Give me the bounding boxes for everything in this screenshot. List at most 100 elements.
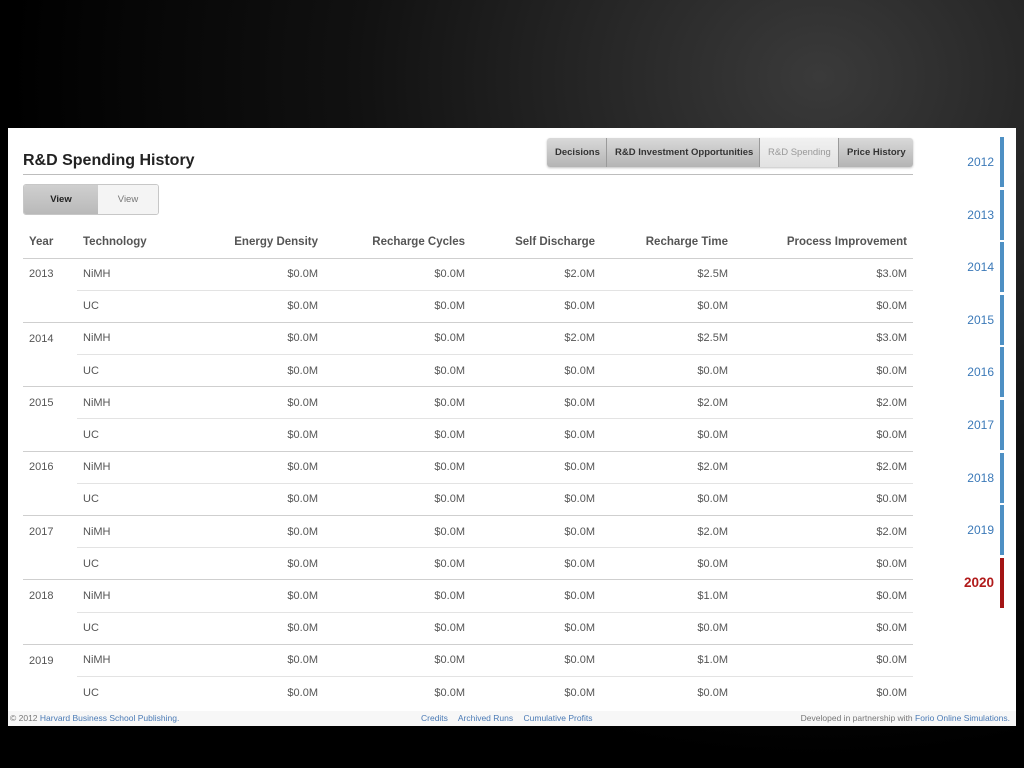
- cell-energy-density: $0.0M: [177, 675, 324, 709]
- cell-year: [23, 419, 77, 451]
- year-nav-label: 2017: [967, 417, 994, 432]
- cell-technology: NiMH: [77, 643, 177, 677]
- view-toggle: View Graphs View Data: [23, 184, 159, 215]
- table-row: UC $0.0M $0.0M $0.0M $0.0M $0.0M: [23, 418, 913, 452]
- cell-energy-density: $0.0M: [177, 579, 324, 613]
- cell-recharge-time: $1.0M: [601, 579, 734, 613]
- cell-process-improvement: $0.0M: [734, 289, 913, 323]
- view-graphs-button[interactable]: View Graphs: [24, 185, 98, 214]
- year-nav-label: 2019: [967, 523, 994, 538]
- cell-recharge-cycles: $0.0M: [324, 354, 471, 387]
- cell-recharge-cycles: $0.0M: [324, 418, 471, 452]
- cell-recharge-time: $2.5M: [601, 321, 734, 355]
- cell-process-improvement: $0.0M: [734, 418, 913, 452]
- year-nav-label: 2014: [967, 260, 994, 275]
- tab-decisions[interactable]: Decisions: [547, 138, 607, 167]
- publisher-link[interactable]: Harvard Business School Publishing.: [40, 713, 179, 723]
- cell-recharge-cycles: $0.0M: [324, 321, 471, 355]
- cell-process-improvement: $0.0M: [734, 675, 913, 709]
- year-nav-item-2016[interactable]: 2016: [952, 346, 1004, 399]
- cell-recharge-time: $2.0M: [601, 386, 734, 419]
- table-header-row: Year Technology Energy Density Recharge …: [23, 226, 913, 259]
- table-row: UC $0.0M $0.0M $0.0M $0.0M $0.0M: [23, 354, 913, 387]
- cell-year: 2015: [23, 386, 77, 419]
- table-row: 2014 NiMH $0.0M $0.0M $2.0M $2.5M $3.0M: [23, 321, 913, 355]
- cell-process-improvement: $2.0M: [734, 386, 913, 419]
- cell-technology: UC: [77, 482, 177, 516]
- tab-rd-investment-opportunities[interactable]: R&D Investment Opportunities: [607, 138, 760, 167]
- cell-self-discharge: $0.0M: [471, 675, 601, 709]
- year-nav-bar: [1000, 242, 1004, 293]
- cell-energy-density: $0.0M: [177, 354, 324, 387]
- footer-links: Credits Archived Runs Cumulative Profits: [421, 711, 600, 726]
- cell-recharge-time: $0.0M: [601, 547, 734, 580]
- tab-price-history[interactable]: Price History: [839, 138, 913, 167]
- cell-process-improvement: $0.0M: [734, 354, 913, 387]
- cell-process-improvement: $0.0M: [734, 643, 913, 677]
- cell-self-discharge: $0.0M: [471, 482, 601, 516]
- cell-technology: NiMH: [77, 257, 177, 291]
- cell-year: 2019: [23, 643, 77, 677]
- cell-year: 2016: [23, 450, 77, 484]
- year-nav-bar: [1000, 505, 1004, 556]
- footer: © 2012 Harvard Business School Publishin…: [8, 711, 1016, 726]
- year-nav-bar: [1000, 399, 1004, 450]
- view-data-button[interactable]: View Data: [98, 185, 158, 214]
- cell-self-discharge: $0.0M: [471, 289, 601, 323]
- partner-text: Developed in partnership with: [800, 713, 913, 723]
- cell-technology: NiMH: [77, 321, 177, 355]
- column-header-process-improvement: Process Improvement: [734, 226, 913, 259]
- year-nav-item-2017[interactable]: 2017: [952, 399, 1004, 452]
- tab-rd-spending[interactable]: R&D Spending: [760, 138, 839, 167]
- year-nav-item-2019[interactable]: 2019: [952, 504, 1004, 557]
- cell-process-improvement: $0.0M: [734, 611, 913, 645]
- cell-process-improvement: $3.0M: [734, 257, 913, 291]
- year-nav-item-2014[interactable]: 2014: [952, 241, 1004, 294]
- credits-link[interactable]: Credits: [421, 713, 448, 723]
- cell-recharge-cycles: $0.0M: [324, 257, 471, 291]
- year-nav-label: 2018: [967, 470, 994, 485]
- cell-technology: NiMH: [77, 579, 177, 613]
- archived-runs-link[interactable]: Archived Runs: [458, 713, 513, 723]
- cell-year: [23, 548, 77, 580]
- cell-year: [23, 290, 77, 322]
- cell-recharge-cycles: $0.0M: [324, 579, 471, 613]
- table-row: UC $0.0M $0.0M $0.0M $0.0M $0.0M: [23, 675, 913, 709]
- cell-recharge-time: $0.0M: [601, 418, 734, 452]
- cell-energy-density: $0.0M: [177, 450, 324, 484]
- forio-link[interactable]: Forio Online Simulations.: [915, 713, 1010, 723]
- cell-self-discharge: $2.0M: [471, 257, 601, 291]
- cell-process-improvement: $0.0M: [734, 547, 913, 580]
- cell-technology: UC: [77, 289, 177, 323]
- cell-recharge-time: $1.0M: [601, 643, 734, 677]
- table-row: 2016 NiMH $0.0M $0.0M $0.0M $2.0M $2.0M: [23, 450, 913, 484]
- cell-self-discharge: $0.0M: [471, 386, 601, 419]
- cell-process-improvement: $2.0M: [734, 514, 913, 548]
- cell-recharge-time: $0.0M: [601, 482, 734, 516]
- cell-recharge-time: $0.0M: [601, 354, 734, 387]
- year-nav-item-2012[interactable]: 2012: [952, 136, 1004, 189]
- year-nav-item-2018[interactable]: 2018: [952, 452, 1004, 505]
- cell-self-discharge: $0.0M: [471, 643, 601, 677]
- cell-self-discharge: $0.0M: [471, 514, 601, 548]
- cell-self-discharge: $0.0M: [471, 611, 601, 645]
- column-header-technology: Technology: [77, 226, 177, 259]
- cell-technology: NiMH: [77, 514, 177, 548]
- column-header-energy-density: Energy Density: [177, 226, 324, 259]
- cell-process-improvement: $0.0M: [734, 482, 913, 516]
- cumulative-profits-link[interactable]: Cumulative Profits: [524, 713, 593, 723]
- year-nav-bar: [1000, 557, 1004, 608]
- year-nav-label: 2012: [967, 155, 994, 169]
- cell-recharge-cycles: $0.0M: [324, 547, 471, 580]
- table-row: 2015 NiMH $0.0M $0.0M $0.0M $2.0M $2.0M: [23, 386, 913, 419]
- year-nav-item-2015[interactable]: 2015: [952, 294, 1004, 347]
- cell-energy-density: $0.0M: [177, 514, 324, 548]
- cell-energy-density: $0.0M: [177, 321, 324, 355]
- cell-recharge-cycles: $0.0M: [324, 514, 471, 548]
- cell-self-discharge: $2.0M: [471, 321, 601, 355]
- cell-energy-density: $0.0M: [177, 482, 324, 516]
- year-nav-item-2020[interactable]: 2020: [952, 557, 1004, 610]
- year-nav-item-2013[interactable]: 2013: [952, 189, 1004, 242]
- title-divider: [23, 174, 913, 175]
- footer-copyright: © 2012 Harvard Business School Publishin…: [10, 711, 179, 726]
